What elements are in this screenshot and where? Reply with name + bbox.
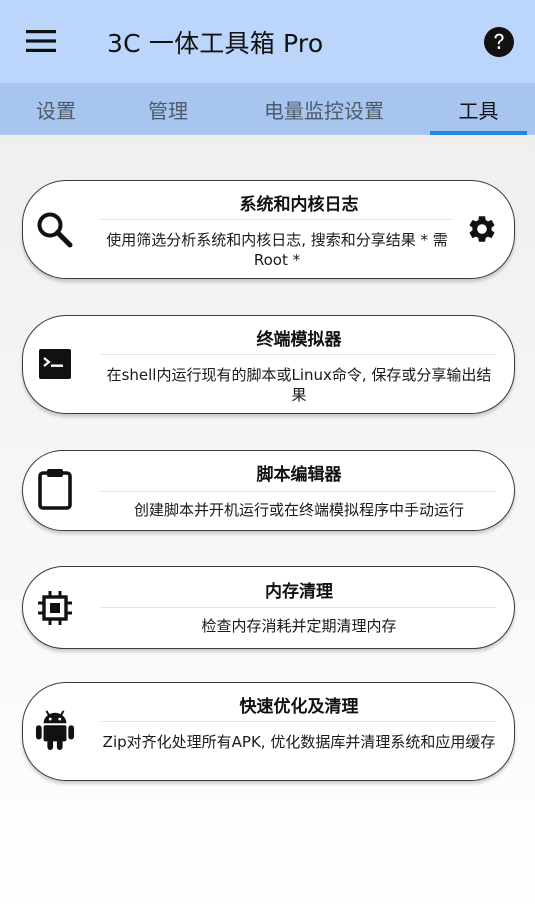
terminal-icon <box>35 344 75 384</box>
tab-tools[interactable]: 工具 <box>430 83 527 135</box>
tab-battery-monitor-settings[interactable]: 电量监控设置 <box>224 83 424 135</box>
tool-description: 使用筛选分析系统和内核日志, 搜索和分享结果 * 需Root * <box>106 231 448 269</box>
clipboard-icon <box>35 469 75 510</box>
app-title: 3C 一体工具箱 Pro <box>107 29 324 58</box>
tool-title: 脚本编辑器 <box>256 465 342 485</box>
help-button[interactable] <box>482 25 516 59</box>
divider <box>100 607 496 608</box>
tab-bar: 设置 管理 电量监控设置 工具 <box>0 83 535 135</box>
tool-description: 检查内存消耗并定期清理内存 <box>201 617 397 635</box>
tab-settings[interactable]: 设置 <box>0 83 112 135</box>
tab-manage[interactable]: 管理 <box>112 83 224 135</box>
tool-title: 快速优化及清理 <box>239 697 359 717</box>
tool-title: 内存清理 <box>265 582 333 602</box>
divider <box>100 219 452 220</box>
tool-card-terminal-emulator[interactable]: 终端模拟器 在shell内运行现有的脚本或Linux命令, 保存或分享输出结果 <box>22 315 515 414</box>
tool-card-system-kernel-logs[interactable]: 系统和内核日志 使用筛选分析系统和内核日志, 搜索和分享结果 * 需Root * <box>22 180 515 279</box>
app-bar: 3C 一体工具箱 Pro <box>0 0 535 83</box>
divider <box>100 491 496 492</box>
tools-list: 系统和内核日志 使用筛选分析系统和内核日志, 搜索和分享结果 * 需Root *… <box>0 135 535 915</box>
tool-title: 终端模拟器 <box>256 330 342 350</box>
settings-button[interactable] <box>464 211 500 247</box>
tool-card-memory-cleanup[interactable]: 内存清理 检查内存消耗并定期清理内存 <box>22 566 515 649</box>
menu-button[interactable] <box>18 22 64 60</box>
divider <box>100 354 496 355</box>
menu-icon <box>26 30 56 52</box>
android-icon <box>35 709 75 750</box>
divider <box>100 721 496 722</box>
tool-description: 创建脚本并开机运行或在终端模拟程序中手动运行 <box>133 501 464 519</box>
help-circle-icon <box>484 27 514 57</box>
search-icon <box>35 210 75 250</box>
tool-description: 在shell内运行现有的脚本或Linux命令, 保存或分享输出结果 <box>106 366 492 404</box>
tool-card-script-editor[interactable]: 脚本编辑器 创建脚本并开机运行或在终端模拟程序中手动运行 <box>22 450 515 531</box>
tool-description: Zip对齐化处理所有APK, 优化数据库并清理系统和应用缓存 <box>102 733 496 751</box>
tool-title: 系统和内核日志 <box>239 195 359 215</box>
tool-card-quick-optimize[interactable]: 快速优化及清理 Zip对齐化处理所有APK, 优化数据库并清理系统和应用缓存 <box>22 682 515 781</box>
memory-chip-icon <box>35 588 75 628</box>
gear-icon <box>469 216 495 242</box>
